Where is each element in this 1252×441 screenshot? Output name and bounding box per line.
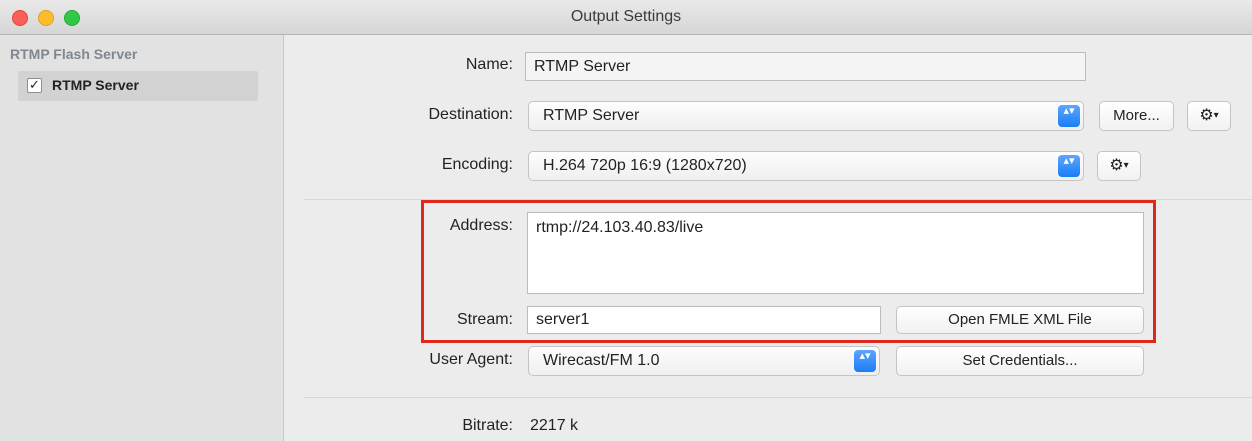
name-label: Name: xyxy=(465,56,513,73)
window-title: Output Settings xyxy=(570,8,682,25)
gear-icon: ⚙ xyxy=(1199,107,1214,124)
caret-down-icon: ▾ xyxy=(1213,110,1219,121)
bitrate-label: Bitrate: xyxy=(462,417,513,434)
user-agent-select[interactable]: Wirecast/FM 1.0 ▴▾ xyxy=(528,346,880,376)
set-credentials-button[interactable]: Set Credentials... xyxy=(896,346,1144,376)
name-field[interactable]: RTMP Server xyxy=(525,52,1086,81)
sidebar-group-label: RTMP Flash Server xyxy=(10,46,138,62)
caret-down-icon: ▾ xyxy=(1123,160,1129,171)
destination-gear-button[interactable]: ⚙▾ xyxy=(1187,101,1231,131)
encoding-select[interactable]: H.264 720p 16:9 (1280x720) ▴▾ xyxy=(528,151,1084,181)
bitrate-value: 2217 k xyxy=(530,417,579,434)
title-bar: Output Settings xyxy=(0,0,1252,35)
popup-arrows-icon: ▴▾ xyxy=(1058,105,1080,127)
destination-select[interactable]: RTMP Server ▴▾ xyxy=(528,101,1084,131)
enabled-checkbox[interactable]: ✓ xyxy=(27,78,42,93)
more-button[interactable]: More... xyxy=(1099,101,1174,131)
popup-arrows-icon: ▴▾ xyxy=(854,350,876,372)
highlight-box xyxy=(421,200,1156,343)
encoding-label: Encoding: xyxy=(441,156,513,173)
gear-icon: ⚙ xyxy=(1109,157,1124,174)
destination-value: RTMP Server xyxy=(543,107,640,124)
encoding-gear-button[interactable]: ⚙▾ xyxy=(1097,151,1141,181)
popup-arrows-icon: ▴▾ xyxy=(1058,155,1080,177)
destination-label: Destination: xyxy=(428,106,514,123)
user-agent-label: User Agent: xyxy=(429,351,513,368)
sidebar-item-rtmp-server[interactable]: ✓ RTMP Server xyxy=(18,71,258,101)
encoding-value: H.264 720p 16:9 (1280x720) xyxy=(543,157,747,174)
user-agent-value: Wirecast/FM 1.0 xyxy=(543,352,660,369)
section-divider xyxy=(304,397,1252,398)
sidebar: RTMP Flash Server ✓ RTMP Server xyxy=(0,35,284,441)
sidebar-item-label: RTMP Server xyxy=(52,77,139,93)
